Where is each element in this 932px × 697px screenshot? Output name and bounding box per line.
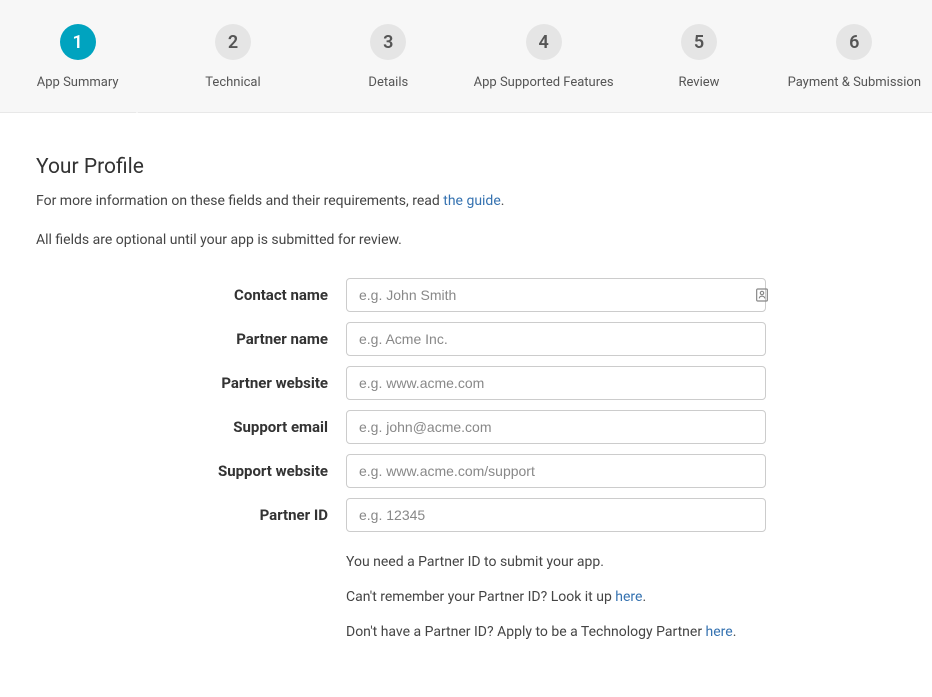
step-number: 3	[370, 24, 406, 60]
partner-id-lookup-text: Can't remember your Partner ID? Look it …	[346, 587, 896, 608]
form-row-partner-website: Partner website	[36, 366, 896, 400]
desc-suffix: .	[501, 193, 505, 209]
partner-name-input[interactable]	[346, 322, 766, 356]
step-number: 6	[836, 24, 872, 60]
support-email-label: Support email	[36, 418, 346, 436]
step-details[interactable]: 3 Details	[311, 24, 466, 92]
form-row-contact-name: Contact name	[36, 278, 896, 312]
form-content: Your Profile For more information on the…	[0, 113, 932, 697]
guide-link[interactable]: the guide	[443, 193, 501, 209]
step-label: Technical	[205, 74, 260, 92]
step-number: 2	[215, 24, 251, 60]
step-label: Payment & Submission	[788, 74, 921, 92]
step-app-summary[interactable]: 1 App Summary	[0, 24, 155, 92]
form-row-partner-id: Partner ID	[36, 498, 896, 532]
step-technical[interactable]: 2 Technical	[155, 24, 310, 92]
active-step-indicator-arrow	[126, 112, 148, 123]
apply-technology-partner-link[interactable]: here	[706, 624, 733, 640]
optional-fields-note: All fields are optional until your app i…	[36, 232, 896, 248]
step-number: 4	[526, 24, 562, 60]
contact-name-input[interactable]	[346, 278, 766, 312]
form-row-support-email: Support email	[36, 410, 896, 444]
apply-prefix: Don't have a Partner ID? Apply to be a T…	[346, 624, 706, 640]
step-review[interactable]: 5 Review	[621, 24, 776, 92]
step-label: Review	[678, 74, 719, 92]
lookup-prefix: Can't remember your Partner ID? Look it …	[346, 589, 615, 605]
lookup-partner-id-link[interactable]: here	[615, 589, 642, 605]
step-number: 1	[60, 24, 96, 60]
desc-text: For more information on these fields and…	[36, 193, 443, 209]
contact-name-label: Contact name	[36, 286, 346, 304]
step-app-supported-features[interactable]: 4 App Supported Features	[466, 24, 621, 92]
step-number: 5	[681, 24, 717, 60]
partner-id-label: Partner ID	[36, 506, 346, 524]
partner-id-help-text: You need a Partner ID to submit your app…	[346, 552, 896, 573]
partner-id-apply-text: Don't have a Partner ID? Apply to be a T…	[346, 622, 896, 643]
partner-website-input[interactable]	[346, 366, 766, 400]
step-label: Details	[368, 74, 408, 92]
section-description: For more information on these fields and…	[36, 191, 896, 212]
partner-name-label: Partner name	[36, 330, 346, 348]
progress-stepper: 1 App Summary 2 Technical 3 Details 4 Ap…	[0, 0, 932, 112]
form-row-partner-name: Partner name	[36, 322, 896, 356]
partner-website-label: Partner website	[36, 374, 346, 392]
step-label: App Supported Features	[474, 74, 614, 92]
step-label: App Summary	[37, 74, 119, 92]
support-email-input[interactable]	[346, 410, 766, 444]
form-row-support-website: Support website	[36, 454, 896, 488]
page-title: Your Profile	[36, 155, 896, 179]
step-payment-submission[interactable]: 6 Payment & Submission	[777, 24, 932, 92]
apply-suffix: .	[733, 624, 737, 640]
partner-id-input[interactable]	[346, 498, 766, 532]
support-website-label: Support website	[36, 462, 346, 480]
lookup-suffix: .	[642, 589, 646, 605]
support-website-input[interactable]	[346, 454, 766, 488]
